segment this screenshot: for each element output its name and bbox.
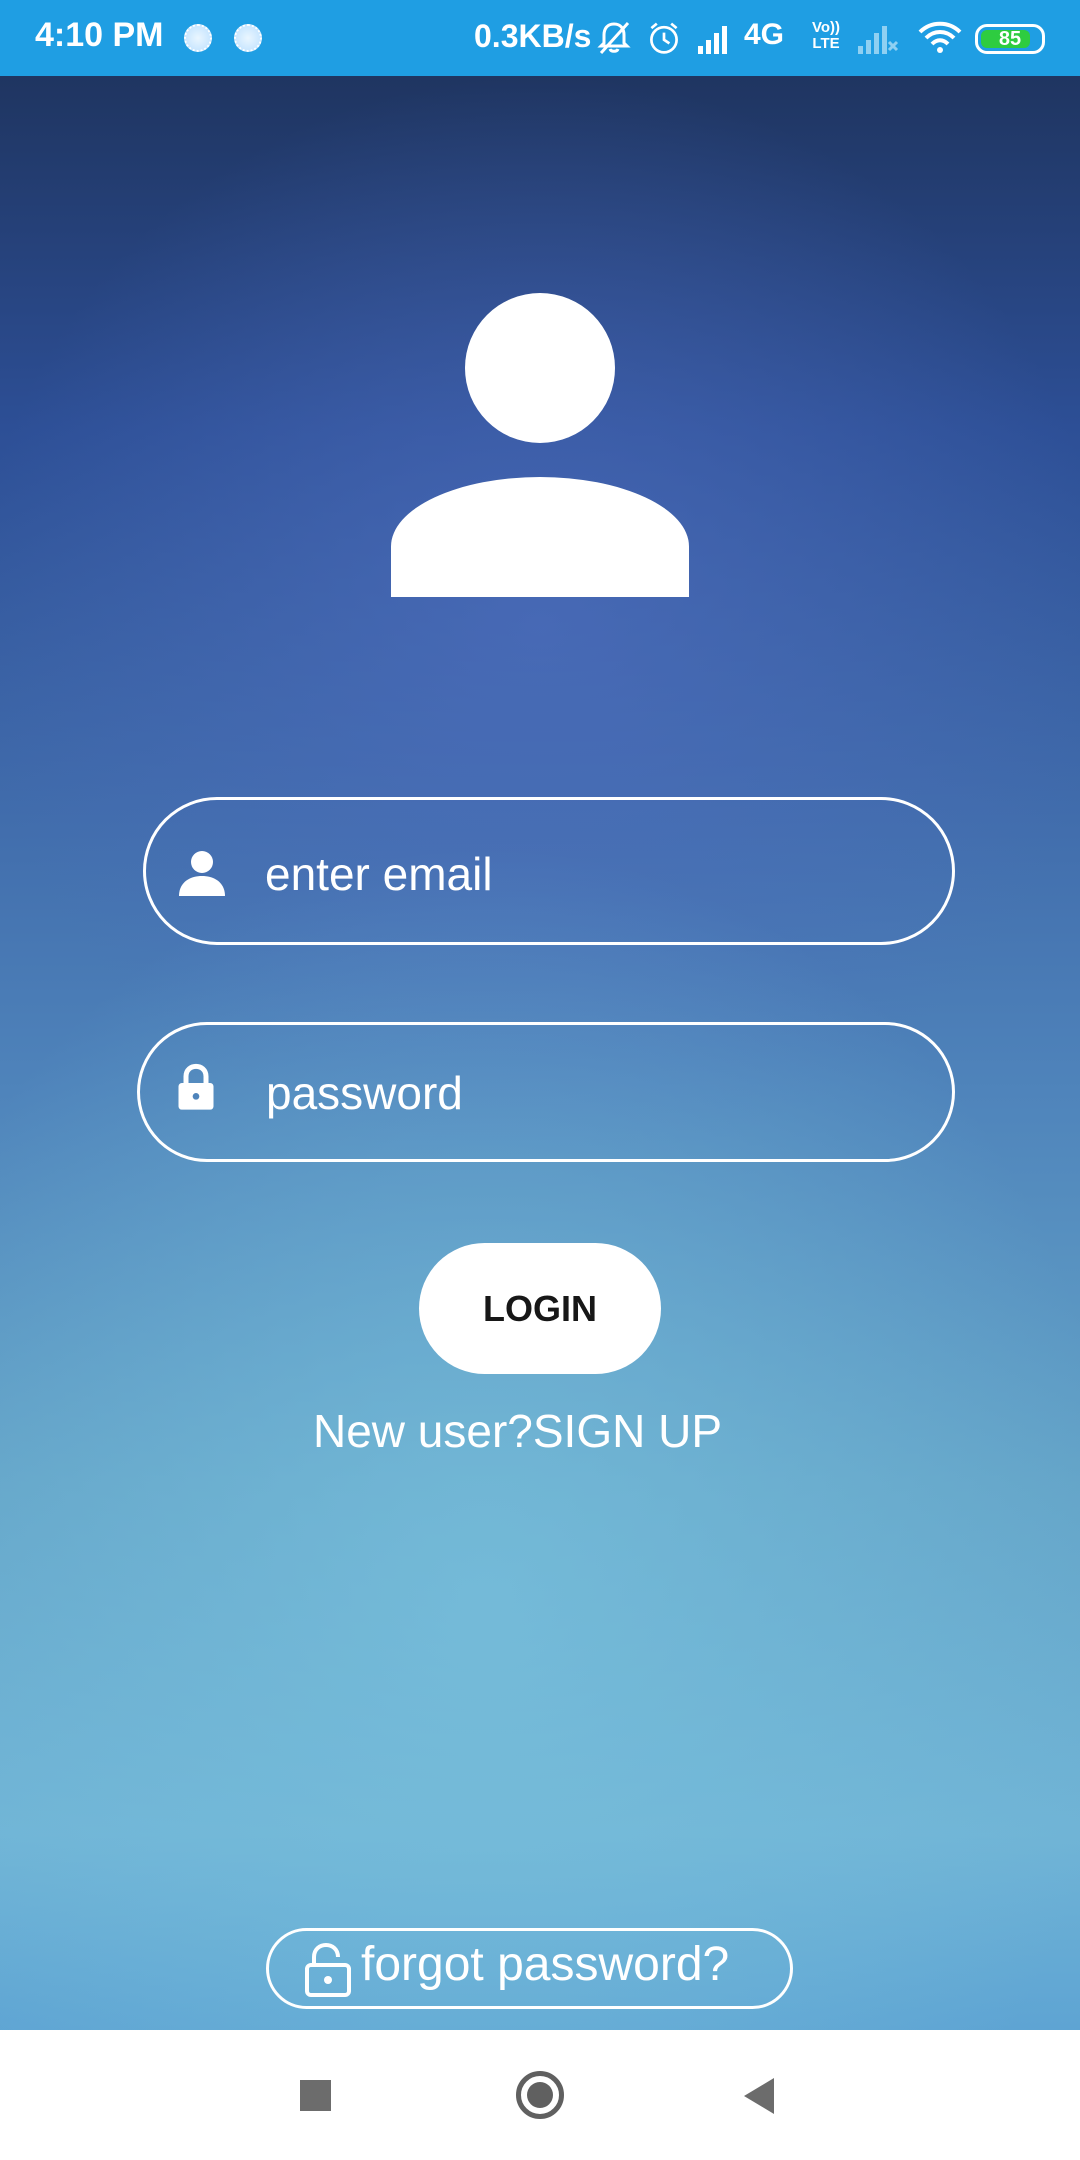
unlock-icon: [305, 1942, 351, 1997]
signal-no-service-icon: [858, 26, 899, 54]
user-avatar-icon: [391, 293, 689, 597]
email-field[interactable]: enter email: [143, 797, 955, 945]
password-placeholder: password: [266, 1067, 463, 1119]
email-placeholder: enter email: [265, 848, 493, 900]
avatar-head: [465, 293, 615, 443]
lock-icon: [178, 1063, 214, 1110]
status-bar: 4:10 PM 0.3KB/s 4G Vo)) LTE 85: [0, 0, 1080, 76]
network-type: 4G: [744, 18, 785, 51]
battery-indicator: 85: [975, 24, 1045, 54]
login-button-label: LOGIN: [483, 1288, 597, 1329]
volte-line-1: Vo)): [811, 19, 841, 36]
back-triangle-icon[interactable]: [744, 2078, 774, 2114]
notification-icon-1: [184, 24, 212, 52]
mute-icon: [597, 21, 631, 55]
volte-line-2: LTE: [812, 35, 840, 52]
person-icon: [179, 851, 225, 896]
wifi-icon: [918, 21, 962, 53]
volte-indicator: Vo)) LTE: [808, 20, 844, 52]
signup-link[interactable]: New user?SIGN UP: [313, 1404, 722, 1458]
recents-square-icon[interactable]: [300, 2080, 331, 2111]
alarm-icon: [650, 22, 678, 54]
battery-level: 85: [998, 28, 1022, 50]
login-screen: enter email password LOGIN New user?SIGN…: [0, 76, 1080, 2030]
signal-icon: [698, 26, 727, 54]
login-button[interactable]: LOGIN: [419, 1243, 661, 1374]
forgot-password-button[interactable]: forgot password?: [266, 1928, 793, 2009]
avatar-body: [391, 477, 689, 597]
home-circle-icon[interactable]: [516, 2071, 564, 2119]
navigation-bar: [0, 2030, 1080, 2160]
status-time: 4:10 PM: [35, 16, 164, 54]
forgot-password-label: forgot password?: [361, 1938, 730, 1991]
notification-icon-2: [234, 24, 262, 52]
password-field[interactable]: password: [137, 1022, 955, 1162]
network-speed: 0.3KB/s: [474, 18, 592, 54]
